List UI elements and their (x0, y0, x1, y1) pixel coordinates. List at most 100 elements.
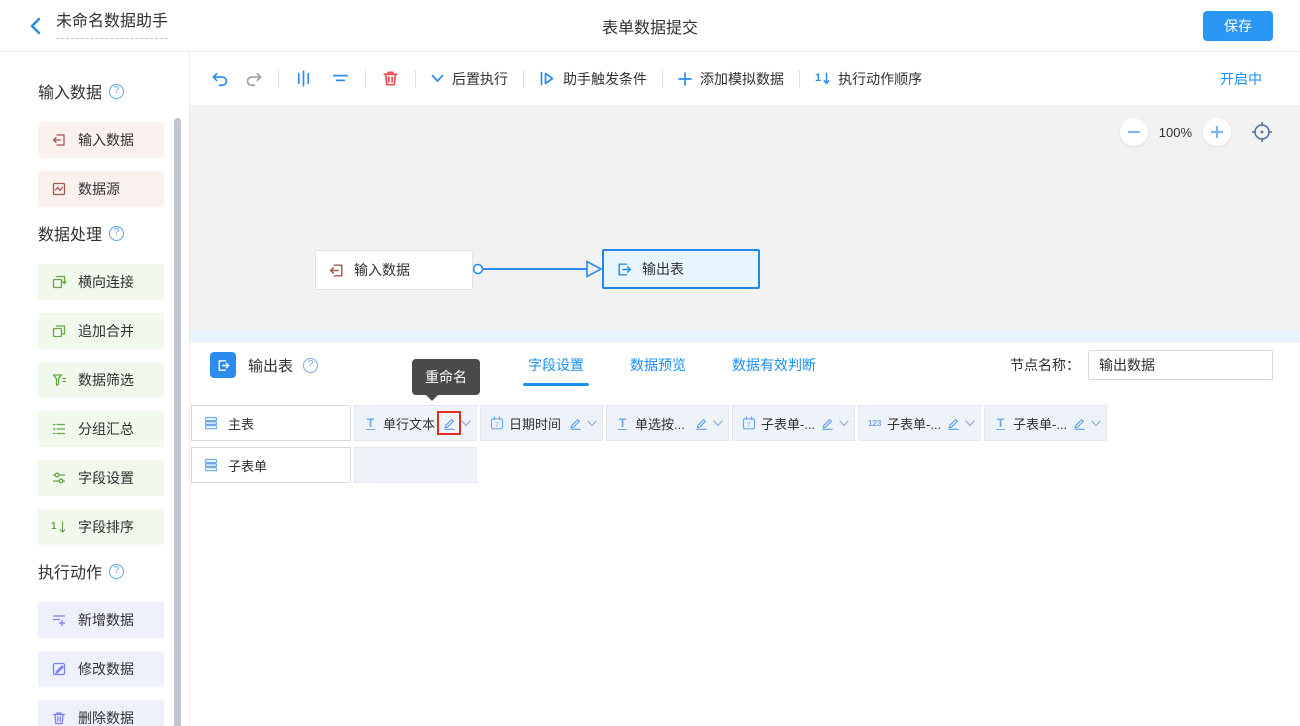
field-label: 子表单-... (1013, 414, 1067, 433)
zoom-in-button[interactable] (1203, 118, 1231, 146)
node-input-data[interactable]: 输入数据 (315, 250, 473, 290)
toolbar-divider (365, 70, 366, 88)
section-title-text: 执行动作 (38, 559, 102, 583)
help-icon[interactable]: ? (109, 226, 124, 241)
crosshair-icon (1250, 120, 1274, 144)
sidebar-section-action: 执行动作 ? 新增数据 修改数据 删除数据 (0, 559, 189, 726)
field-cell-single-line-text[interactable]: T 单行文本 (354, 405, 477, 441)
chevron-down-icon (965, 420, 975, 427)
row-name: 主表 (228, 414, 254, 433)
node-output-table[interactable]: 输出表 (602, 249, 760, 289)
action-order-label: 执行动作顺序 (838, 69, 922, 89)
table-icon (203, 415, 219, 431)
sidebar-item-label: 分组汇总 (78, 419, 134, 439)
number-type-icon: 123 (867, 418, 882, 428)
panel-resize-strip[interactable] (190, 330, 1300, 342)
node-name-input[interactable] (1088, 350, 1273, 380)
rename-pencil[interactable] (815, 411, 839, 435)
sidebar-item-modify-data[interactable]: 修改数据 (38, 651, 164, 687)
sidebar-item-label: 追加合并 (78, 321, 134, 341)
tab-data-validation[interactable]: 数据有效判断 (732, 342, 816, 388)
svg-text:7: 7 (747, 422, 751, 429)
sidebar-item-field-sort[interactable]: 1 字段排序 (38, 509, 164, 545)
edge-connector (468, 255, 608, 283)
rename-pencil-highlighted[interactable] (437, 411, 461, 435)
rename-pencil[interactable] (689, 411, 713, 435)
field-menu-chevron[interactable] (839, 420, 849, 427)
help-icon[interactable]: ? (303, 358, 318, 373)
sidebar-item-label: 数据筛选 (78, 370, 134, 390)
zoom-controls: 100% (1120, 118, 1274, 146)
top-bar: 未命名数据助手 表单数据提交 保存 (0, 0, 1300, 52)
output-panel: 输出表 ? 字段设置 数据预览 数据有效判断 节点名称： 重命名 (190, 342, 1300, 726)
undo-button[interactable] (211, 69, 230, 88)
field-menu-chevron[interactable] (713, 420, 723, 427)
horizontal-join-icon (51, 274, 67, 290)
sidebar-item-append-merge[interactable]: 追加合并 (38, 313, 164, 349)
sidebar: 输入数据 ? 输入数据 数据源 数据处理 ? (0, 52, 190, 726)
rename-pencil[interactable] (941, 411, 965, 435)
sidebar-item-label: 横向连接 (78, 272, 134, 292)
delete-node-button[interactable] (381, 69, 400, 88)
sidebar-item-horizontal-join[interactable]: 横向连接 (38, 264, 164, 300)
field-label: 单选按... (635, 414, 689, 433)
post-execute-label: 后置执行 (452, 69, 508, 89)
import-icon (51, 132, 67, 148)
node-label: 输入数据 (354, 260, 410, 280)
align-horizontal-button[interactable] (331, 69, 350, 88)
zoom-out-button[interactable] (1120, 118, 1148, 146)
node-name-label: 节点名称： (1010, 355, 1080, 375)
add-mock-data-button[interactable]: 添加模拟数据 (678, 69, 784, 89)
filter-icon (51, 372, 67, 388)
pencil-icon (1072, 416, 1087, 431)
toolbar-divider (662, 70, 663, 88)
align-vertical-button[interactable] (294, 69, 313, 88)
node-name-group: 节点名称： (1010, 350, 1273, 380)
field-cell-subform-number[interactable]: 123 子表单-... (858, 405, 981, 441)
field-cell-datetime[interactable]: 7 日期时间 (480, 405, 603, 441)
sidebar-scrollbar[interactable] (174, 118, 181, 726)
field-cell-subform-date[interactable]: 7 子表单-... (732, 405, 855, 441)
tab-data-preview[interactable]: 数据预览 (630, 342, 686, 388)
sidebar-item-add-data[interactable]: 新增数据 (38, 602, 164, 638)
field-menu-chevron[interactable] (965, 420, 975, 427)
field-menu-chevron[interactable] (1091, 420, 1101, 427)
zoom-level: 100% (1159, 125, 1192, 140)
panel-tabs: 字段设置 数据预览 数据有效判断 (528, 342, 816, 388)
sidebar-item-field-settings[interactable]: 字段设置 (38, 460, 164, 496)
sidebar-item-label: 数据源 (78, 179, 120, 199)
help-icon[interactable]: ? (109, 564, 124, 579)
tab-field-settings[interactable]: 字段设置 (528, 342, 584, 388)
sidebar-item-group-summary[interactable]: 分组汇总 (38, 411, 164, 447)
help-icon[interactable]: ? (109, 84, 124, 99)
trigger-condition-button[interactable]: 助手触发条件 (539, 69, 647, 89)
sidebar-item-data-filter[interactable]: 数据筛选 (38, 362, 164, 398)
save-button[interactable]: 保存 (1203, 11, 1273, 41)
field-cell-subform-text[interactable]: T 子表单-... (984, 405, 1107, 441)
chevron-down-icon (461, 420, 471, 427)
field-label: 子表单-... (761, 414, 815, 433)
field-menu-chevron[interactable] (587, 420, 597, 427)
add-data-icon (51, 612, 67, 628)
field-menu-chevron[interactable] (461, 420, 471, 427)
rename-pencil[interactable] (1067, 411, 1091, 435)
status-enabled[interactable]: 开启中 (1220, 69, 1262, 89)
rename-pencil[interactable] (563, 411, 587, 435)
post-execute-button[interactable]: 后置执行 (431, 69, 508, 89)
row-name-cell[interactable]: 子表单 (191, 447, 351, 483)
action-order-button[interactable]: 1 执行动作顺序 (815, 69, 922, 89)
locate-button[interactable] (1250, 120, 1274, 144)
chevron-down-icon (431, 74, 444, 83)
sidebar-item-data-source[interactable]: 数据源 (38, 171, 164, 207)
trigger-play-icon (539, 71, 555, 86)
field-cell-radio[interactable]: T 单选按... (606, 405, 729, 441)
row-name: 子表单 (228, 456, 267, 475)
row-name-cell[interactable]: 主表 (191, 405, 351, 441)
sidebar-item-input-data[interactable]: 输入数据 (38, 122, 164, 158)
one-glyph: 1 (51, 522, 57, 532)
redo-button[interactable] (244, 69, 263, 88)
flow-canvas[interactable]: 100% 输入数据 (190, 105, 1300, 330)
sidebar-item-label: 字段设置 (78, 468, 134, 488)
sidebar-item-delete-data[interactable]: 删除数据 (38, 700, 164, 726)
import-icon (328, 262, 345, 279)
